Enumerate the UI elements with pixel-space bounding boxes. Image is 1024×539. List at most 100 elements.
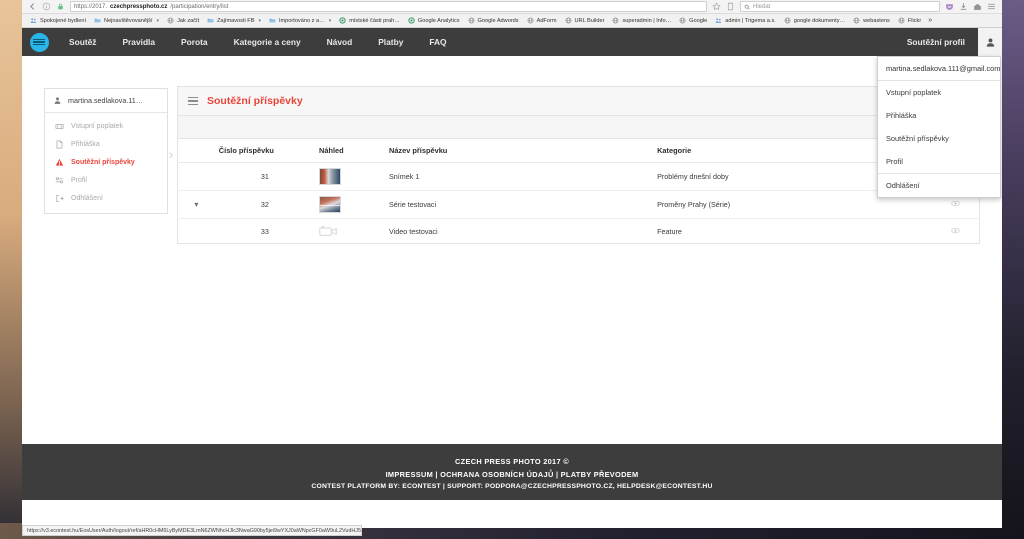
col-preview: Náhled xyxy=(315,139,385,163)
dropdown-email: martina.sedlakova.111@gmail.com xyxy=(878,57,1000,81)
site-footer: CZECH PRESS PHOTO 2017 © IMPRESSUM | OCH… xyxy=(22,444,1002,500)
nav-item-4[interactable]: Kategorie a ceny xyxy=(221,28,314,56)
table-row[interactable]: 33 Video testovaci Feature xyxy=(178,219,980,244)
site-logo[interactable] xyxy=(22,28,56,56)
bookmark-item[interactable]: URL Builder xyxy=(561,17,609,24)
entry-name: Video testovaci xyxy=(388,226,438,236)
bookmarks-overflow-button[interactable]: » xyxy=(925,17,935,24)
browser-search-box[interactable]: Hledat xyxy=(740,1,940,12)
address-bar[interactable]: https://2017. czechpressphoto.cz/particip… xyxy=(70,1,707,12)
nav-item-2[interactable]: Pravidla xyxy=(109,28,168,56)
sidebar-user-label: martina.sedlakova.11… xyxy=(68,96,143,105)
bookmark-item[interactable]: místské části prah… xyxy=(335,17,404,24)
home-icon[interactable] xyxy=(973,2,982,11)
sidebar-item-3[interactable]: Soutěžní příspěvky xyxy=(45,153,167,171)
entry-number: 33 xyxy=(260,226,269,236)
url-host: czechpressphoto.cz xyxy=(110,3,168,10)
bookmark-item[interactable]: Google Analytics xyxy=(404,17,464,24)
eye-icon[interactable] xyxy=(951,227,961,236)
dropdown-item-4[interactable]: Profil xyxy=(878,150,1000,173)
bookmark-item[interactable]: AdForm xyxy=(523,17,561,24)
bookmark-item[interactable]: google dokumenty… xyxy=(780,17,849,24)
bookmark-label: Spokojené bydlení xyxy=(40,17,87,24)
reader-icon[interactable] xyxy=(726,2,735,11)
pocket-icon[interactable] xyxy=(945,2,954,11)
entry-name: Snímek 1 xyxy=(384,162,654,191)
sidebar-item-label: Vstupní poplatek xyxy=(71,122,124,130)
bookmark-item[interactable]: superadmin | Info… xyxy=(608,17,675,24)
photo-thumbnail[interactable] xyxy=(319,168,342,185)
wallpaper-left xyxy=(0,0,22,539)
navbar-right: Soutěžní profil xyxy=(894,28,1002,56)
profile-dropdown: martina.sedlakova.111@gmail.com Vstupní … xyxy=(877,56,1001,198)
sidebar-item-2[interactable]: Přihláška xyxy=(45,135,167,153)
bookmark-item[interactable]: webastens xyxy=(849,17,894,24)
menu-icon[interactable] xyxy=(987,2,996,11)
bookmark-item[interactable]: Google xyxy=(675,17,711,24)
user-menu-button[interactable] xyxy=(978,28,1002,56)
ticket-icon xyxy=(54,122,64,131)
hamburger-icon[interactable] xyxy=(188,95,198,107)
sidebar-item-label: Profil xyxy=(71,176,87,184)
bookmark-item[interactable]: Flickr xyxy=(894,17,925,24)
nav-item-5[interactable]: Návod xyxy=(314,28,366,56)
expand-row-toggle[interactable]: ▾ xyxy=(194,200,198,209)
sidebar-collapse-arrow[interactable]: › xyxy=(169,148,173,161)
sidebar-item-5[interactable]: Odhlášení xyxy=(45,189,167,207)
dropdown-item-3[interactable]: Soutěžní příspěvky xyxy=(878,127,1000,150)
page-title: Soutěžní příspěvky xyxy=(207,95,303,107)
bookmark-label: Flickr xyxy=(907,17,922,24)
bookmark-label: Importováno z a… xyxy=(278,17,325,24)
lock-icon xyxy=(58,3,63,10)
dropdown-item-1[interactable]: Vstupní poplatek xyxy=(878,81,1000,104)
bookmark-label: superadmin | Info… xyxy=(622,17,672,24)
nav-item-6[interactable]: Platby xyxy=(365,28,416,56)
folder-icon xyxy=(94,17,101,24)
globe-icon xyxy=(784,17,791,24)
bookmark-item[interactable]: Spokojené bydlení xyxy=(26,17,90,24)
web-page: Soutěž Pravidla Porota Kategorie a ceny Návo… xyxy=(22,28,1002,528)
url-path: /participation/entry/list xyxy=(170,3,229,10)
table-row[interactable]: 31 Snímek 1 Problémy dnešní doby xyxy=(177,162,980,191)
bookmark-label: Google Adwords xyxy=(477,17,519,24)
account-sidebar: martina.sedlakova.11… Vstupní poplatek Př… xyxy=(44,88,168,214)
eye-icon[interactable] xyxy=(951,200,961,209)
sidebar-item-label: Soutěžní příspěvky xyxy=(71,158,135,166)
bookmark-item[interactable]: Jak začít xyxy=(163,17,203,24)
entry-actions-cell xyxy=(933,219,980,244)
bookmark-item[interactable]: Google Adwords xyxy=(464,17,523,24)
bookmark-item[interactable]: Importováno z a… ▾ xyxy=(265,17,335,24)
bookmark-item[interactable]: Zajímavosti FB ▾ xyxy=(203,17,265,24)
nav-item-7[interactable]: FAQ xyxy=(416,28,459,56)
bookmark-item[interactable]: admin | Trigema a.s. xyxy=(711,17,780,24)
folder-icon xyxy=(269,17,276,24)
user-icon xyxy=(986,38,994,47)
bookmark-item[interactable]: Nejnavštěvovanější ▾ xyxy=(90,17,163,24)
logout-icon xyxy=(54,194,64,203)
people-icon xyxy=(30,17,37,24)
table-row[interactable]: ▾ 32 Série testovaci Proměny Prahy (Série) xyxy=(177,190,980,219)
dropdown-item-5[interactable]: Odhlášení xyxy=(878,173,1000,197)
page-info-icon[interactable] xyxy=(42,2,51,11)
photo-series-thumbnail[interactable] xyxy=(319,196,342,213)
dropdown-item-2[interactable]: Přihláška xyxy=(878,104,1000,127)
download-icon[interactable] xyxy=(959,2,968,11)
filter-bar xyxy=(177,116,980,139)
star-icon[interactable] xyxy=(712,2,721,11)
nav-profile-link[interactable]: Soutěžní profil xyxy=(894,28,978,56)
nav-item-3[interactable]: Porota xyxy=(168,28,221,56)
search-icon xyxy=(744,4,750,9)
bookmark-label: URL Builder xyxy=(574,17,605,24)
back-button[interactable] xyxy=(28,2,37,11)
primary-nav: Soutěž Pravidla Porota Kategorie a ceny Návo… xyxy=(56,28,460,56)
footer-links[interactable]: IMPRESSUM | OCHRANA OSOBNÍCH ÚDAJŮ | PLA… xyxy=(386,470,639,479)
nav-item-1[interactable]: Soutěž xyxy=(56,28,109,56)
panel-header: Soutěžní příspěvky xyxy=(177,86,980,116)
browser-toolbar: https://2017. czechpressphoto.cz/particip… xyxy=(22,0,1002,14)
globe-icon xyxy=(565,17,572,24)
chrome-icon xyxy=(408,17,415,24)
bookmark-label: webastens xyxy=(863,17,890,24)
sidebar-item-1[interactable]: Vstupní poplatek xyxy=(45,117,167,135)
search-placeholder: Hledat xyxy=(753,3,771,10)
sidebar-item-4[interactable]: Profil xyxy=(45,171,167,189)
